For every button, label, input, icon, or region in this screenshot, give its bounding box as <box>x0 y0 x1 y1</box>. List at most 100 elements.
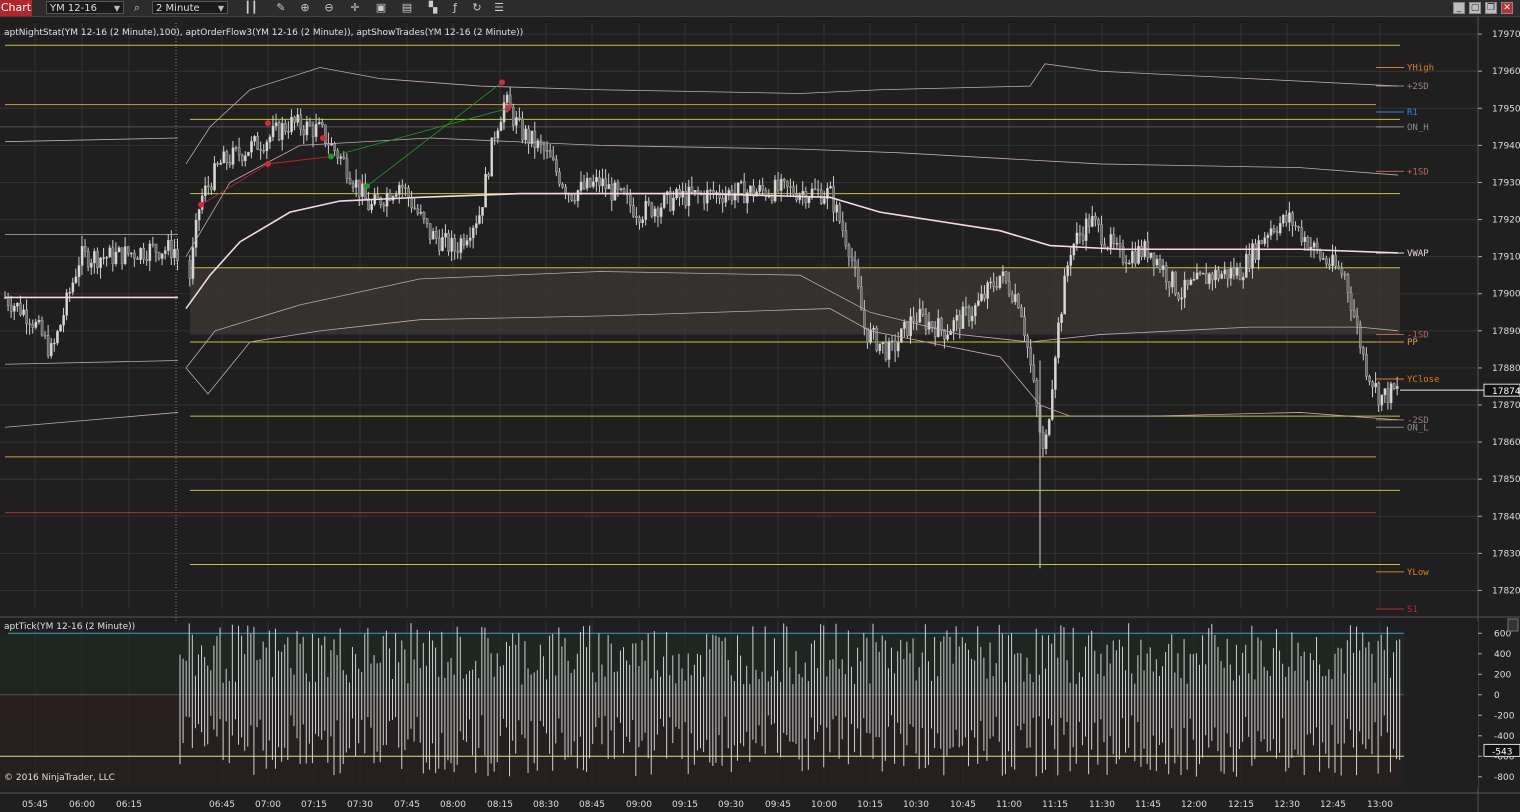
candle-body <box>1075 232 1079 245</box>
candle-body <box>130 252 133 255</box>
level-label: YClose <box>1407 375 1440 385</box>
candle-body <box>502 102 506 123</box>
candle-body <box>1383 388 1387 396</box>
candle-body <box>1032 364 1036 381</box>
candle-body <box>1020 307 1023 317</box>
properties-icon[interactable]: ☰ <box>490 0 508 16</box>
candle-body <box>475 223 478 229</box>
candle-body <box>690 186 694 193</box>
candle-body <box>1377 382 1381 406</box>
candle-body <box>40 319 44 336</box>
candle-body <box>441 237 444 251</box>
candle-body <box>210 186 213 191</box>
candle-body <box>148 243 152 261</box>
refresh-icon[interactable]: ↻ <box>468 0 486 16</box>
instrument-select[interactable]: YM 12-16 ▼ <box>46 1 124 14</box>
candle-body <box>142 248 146 260</box>
candle-body <box>743 181 746 204</box>
candle-body <box>1374 382 1377 388</box>
candle-body <box>176 249 179 261</box>
candle-body <box>847 245 851 258</box>
y-tick-label: 17850 <box>1492 475 1520 485</box>
candle-body <box>1158 258 1162 270</box>
close-button[interactable]: ✕ <box>1501 2 1513 14</box>
candle-body <box>62 315 65 326</box>
candle-body <box>431 231 435 240</box>
crosshair-icon[interactable]: ✛ <box>346 0 364 16</box>
candle-body <box>1023 316 1026 337</box>
candle-body <box>478 215 481 224</box>
candle-body <box>958 315 962 329</box>
chart-canvas[interactable]: 05:45 06:00 06:15 06:45 07:00 07:15 07:30 07:45… <box>0 17 1520 812</box>
candle-body <box>881 342 885 344</box>
candle-body <box>1091 215 1094 227</box>
bar-style-icon[interactable]: ┃┃ <box>242 0 260 16</box>
candle-body <box>117 247 121 253</box>
candle-body <box>1211 273 1214 281</box>
zoom-out-icon[interactable]: ⊖ <box>320 0 338 16</box>
candle-body <box>1386 388 1390 404</box>
x-tick-label: 09:45 <box>765 800 791 810</box>
y-tick-label: -400 <box>1494 732 1515 742</box>
x-tick-label: 11:00 <box>996 800 1022 810</box>
candle-body <box>1272 228 1276 232</box>
trade-marker <box>499 79 505 86</box>
indicators-icon[interactable]: ƒ <box>446 0 464 16</box>
candle-body <box>1149 252 1153 258</box>
candle-body <box>1007 280 1011 295</box>
trade-marker <box>320 134 326 141</box>
candle-body <box>151 243 155 246</box>
candle-body <box>783 178 786 182</box>
candle-body <box>1054 357 1057 390</box>
toolbar: Chart YM 12-16 ▼ 2 Minute ▼ ⌕ ┃┃ ✎ ⊕ ⊖ ✛ ▣… <box>0 0 1520 17</box>
pencil-icon[interactable]: ✎ <box>272 0 290 16</box>
search-icon[interactable]: ⌕ <box>128 0 146 16</box>
candle-body <box>1057 322 1060 358</box>
indicator-label: aptNightStat(YM 12-16 (2 Minute),100), a… <box>4 28 523 38</box>
candle-body <box>240 154 244 162</box>
candle-body <box>967 307 971 322</box>
candle-body <box>1241 277 1245 281</box>
candle-body <box>80 246 84 266</box>
minimize-button[interactable]: _ <box>1453 2 1465 14</box>
candle-body <box>299 114 303 130</box>
tick-panel: 6004002000-200-400-600-800-543 <box>0 618 1520 787</box>
candle-body <box>1281 215 1285 224</box>
candle-body <box>955 315 959 321</box>
candle-body <box>173 249 176 258</box>
candle-body <box>145 258 149 261</box>
chart-style-icon[interactable]: ▚ <box>424 0 442 16</box>
candle-body <box>86 250 90 268</box>
candle-body <box>1285 215 1288 223</box>
strategy-icon[interactable]: ▤ <box>398 0 416 16</box>
candle-body <box>878 343 882 351</box>
candle-body <box>123 246 127 264</box>
data-box-icon[interactable]: ▣ <box>372 0 390 16</box>
candle-body <box>989 281 992 284</box>
candle-body <box>869 329 872 343</box>
candle-body <box>533 130 537 149</box>
candle-body <box>1245 254 1248 278</box>
chevron-down-icon: ▼ <box>217 4 224 13</box>
restore-button[interactable]: ❐ <box>1485 2 1497 14</box>
candle-body <box>321 122 324 126</box>
candle-body <box>438 237 441 251</box>
candle-body <box>154 244 158 253</box>
zoom-in-icon[interactable]: ⊕ <box>296 0 314 16</box>
candle-body <box>93 251 96 264</box>
candle-body <box>893 340 897 352</box>
candle-body <box>912 316 915 322</box>
candle-body <box>385 192 389 207</box>
x-tick-label: 12:15 <box>1228 800 1254 810</box>
tile-button[interactable]: ▢ <box>1469 2 1481 14</box>
x-tick-label: 07:00 <box>255 800 281 810</box>
candle-body <box>237 147 241 156</box>
interval-select[interactable]: 2 Minute ▼ <box>152 1 228 14</box>
candle-body <box>1192 278 1196 281</box>
candle-body <box>813 188 817 190</box>
candle-body <box>1275 231 1279 234</box>
candle-body <box>927 321 931 330</box>
candle-body <box>823 198 826 204</box>
chart-tab[interactable]: Chart <box>0 0 32 16</box>
candle-body <box>592 181 595 187</box>
